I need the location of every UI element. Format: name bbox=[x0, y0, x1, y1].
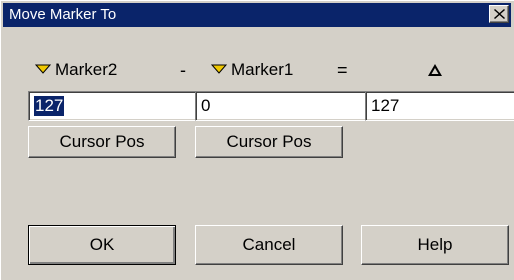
button-label: Cursor Pos bbox=[59, 132, 145, 151]
button-label: OK bbox=[89, 235, 115, 254]
minus-operator: - bbox=[180, 60, 186, 80]
delta-value-input[interactable] bbox=[369, 95, 514, 117]
delta-value-field[interactable] bbox=[365, 91, 514, 121]
button-label: Help bbox=[417, 235, 453, 254]
triangle-down-icon bbox=[211, 64, 227, 74]
button-label: Cancel bbox=[242, 235, 296, 254]
button-label: Cursor Pos bbox=[226, 132, 312, 151]
marker2-cursor-pos-button[interactable]: Cursor Pos bbox=[28, 126, 176, 158]
close-icon bbox=[494, 9, 505, 19]
triangle-down-icon bbox=[35, 64, 51, 74]
marker1-header: Marker1 bbox=[211, 59, 293, 81]
window-title: Move Marker To bbox=[9, 6, 117, 23]
equals-operator: = bbox=[337, 60, 348, 80]
marker1-cursor-pos-button[interactable]: Cursor Pos bbox=[195, 126, 343, 158]
ok-button[interactable]: OK bbox=[28, 225, 176, 265]
close-button[interactable] bbox=[489, 5, 509, 23]
marker1-value-input[interactable] bbox=[199, 95, 363, 117]
help-button[interactable]: Help bbox=[361, 225, 509, 265]
title-bar[interactable]: Move Marker To bbox=[3, 3, 511, 27]
cancel-button[interactable]: Cancel bbox=[195, 225, 343, 265]
delta-icon bbox=[428, 64, 442, 76]
marker1-value-field[interactable] bbox=[195, 91, 367, 121]
delta-header bbox=[427, 63, 443, 82]
marker2-header: Marker2 bbox=[35, 59, 117, 81]
marker2-value-selected-text[interactable]: 127 bbox=[34, 96, 65, 116]
marker2-label: Marker2 bbox=[55, 60, 118, 79]
marker2-value-field[interactable]: 127 bbox=[28, 91, 200, 121]
marker1-label: Marker1 bbox=[231, 60, 294, 79]
move-marker-dialog: Move Marker To Marker2 - Marker1 = 127 C bbox=[0, 0, 514, 280]
